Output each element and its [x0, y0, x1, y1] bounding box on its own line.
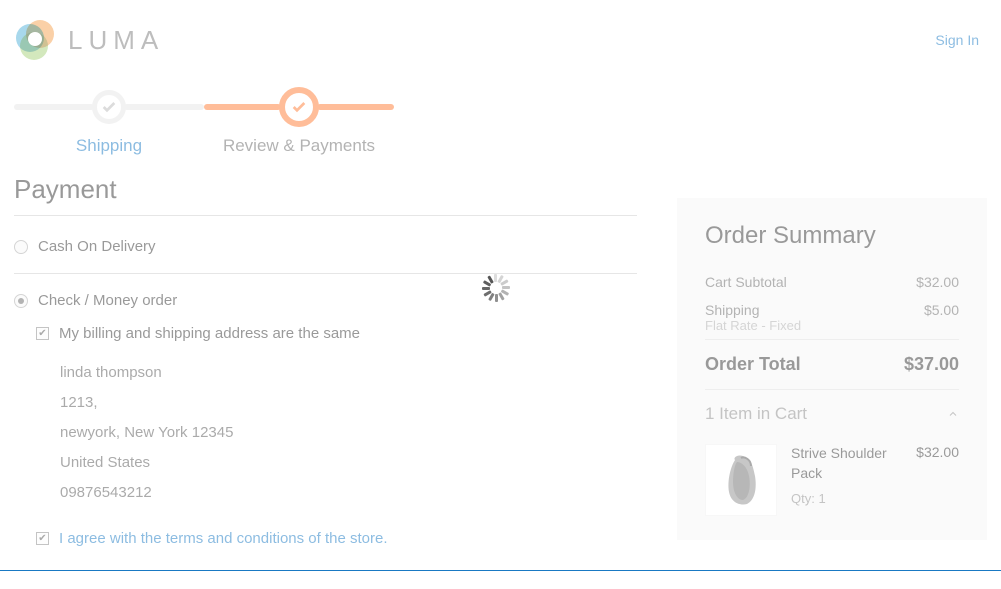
- checkbox-terms[interactable]: ✔: [36, 532, 49, 545]
- page-header: LUMA Sign In: [0, 0, 1001, 72]
- billing-address: linda thompson 1213, newyork, New York 1…: [36, 358, 637, 508]
- payment-method-check-label: Check / Money order: [38, 292, 177, 309]
- sign-in-link[interactable]: Sign In: [935, 32, 987, 48]
- cart-item: Strive Shoulder Pack Qty: 1 $32.00: [705, 438, 959, 516]
- check-icon: [101, 99, 117, 115]
- shipping-method: Flat Rate - Fixed: [705, 318, 959, 333]
- logo-icon: [14, 18, 58, 62]
- total-value: $37.00: [904, 354, 959, 375]
- payment-method-check[interactable]: Check / Money order ✔ My billing and shi…: [14, 274, 637, 581]
- item-name: Strive Shoulder Pack: [791, 444, 902, 483]
- logo-text: LUMA: [68, 25, 164, 56]
- payment-method-cod[interactable]: Cash On Delivery: [14, 220, 637, 274]
- item-price: $32.00: [916, 444, 959, 516]
- cart-items-toggle[interactable]: 1 Item in Cart: [705, 389, 959, 438]
- bag-icon: [717, 452, 765, 508]
- terms-link[interactable]: I agree with the terms and conditions of…: [59, 530, 388, 547]
- page-title: Payment: [14, 174, 637, 216]
- order-summary-title: Order Summary: [705, 222, 959, 250]
- shipping-value: $5.00: [924, 302, 959, 318]
- checkout-progress: Shipping Review & Payments: [0, 76, 1001, 166]
- step-shipping[interactable]: Shipping: [14, 86, 204, 156]
- order-summary: Order Summary Cart Subtotal $32.00 Shipp…: [677, 198, 987, 540]
- billing-phone: 09876543212: [60, 478, 637, 508]
- step-shipping-icon: [92, 90, 126, 124]
- check-icon: [291, 99, 307, 115]
- billing-name: linda thompson: [60, 358, 637, 388]
- total-label: Order Total: [705, 354, 801, 375]
- loading-spinner-icon: [480, 272, 512, 304]
- logo[interactable]: LUMA: [14, 18, 164, 62]
- step-review: Review & Payments: [204, 86, 394, 156]
- item-qty: Qty: 1: [791, 491, 902, 506]
- billing-country: United States: [60, 448, 637, 478]
- checkbox-billing-same[interactable]: ✔: [36, 327, 49, 340]
- billing-same-label: My billing and shipping address are the …: [59, 325, 360, 342]
- cart-count: 1 Item in Cart: [705, 404, 807, 424]
- step-review-icon: [279, 87, 319, 127]
- product-thumbnail: [705, 444, 777, 516]
- subtotal-label: Cart Subtotal: [705, 274, 787, 290]
- subtotal-value: $32.00: [916, 274, 959, 290]
- terms-row[interactable]: ✔ I agree with the terms and conditions …: [36, 530, 637, 547]
- payment-method-cod-label: Cash On Delivery: [38, 238, 156, 255]
- billing-same-row[interactable]: ✔ My billing and shipping address are th…: [36, 325, 637, 342]
- billing-city: newyork, New York 12345: [60, 418, 637, 448]
- billing-street: 1213,: [60, 388, 637, 418]
- step-review-label: Review & Payments: [223, 136, 375, 156]
- radio-check[interactable]: [14, 294, 28, 308]
- chevron-up-icon: [947, 408, 959, 420]
- shipping-label: Shipping: [705, 302, 760, 318]
- step-shipping-label: Shipping: [76, 136, 142, 156]
- radio-cod[interactable]: [14, 240, 28, 254]
